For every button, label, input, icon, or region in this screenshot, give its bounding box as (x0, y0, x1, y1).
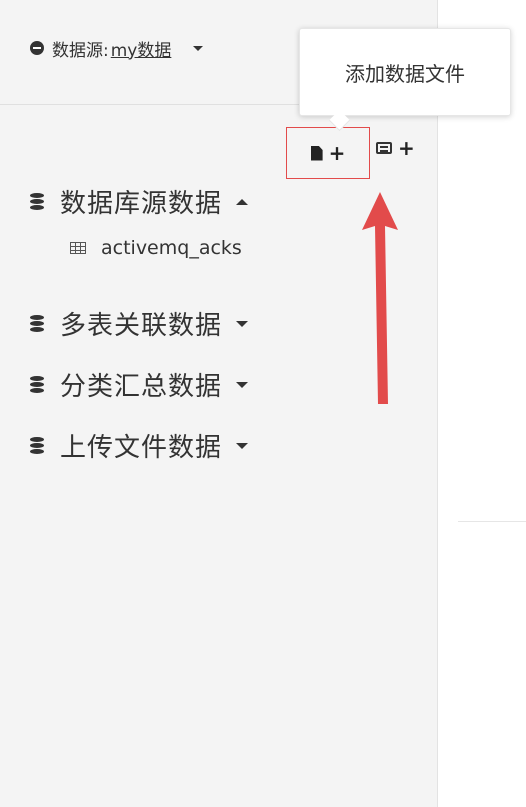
file-icon (310, 145, 323, 161)
chevron-down-icon[interactable] (236, 320, 249, 327)
section-label: 数据库源数据 (60, 189, 223, 219)
minus-circle-icon (30, 41, 44, 55)
plus-icon: + (398, 136, 415, 160)
table-item-activemq-acks[interactable]: activemq_acks (70, 237, 242, 259)
plus-icon: + (328, 141, 346, 165)
datasource-label: 数据源: (52, 40, 109, 61)
database-icon (30, 192, 44, 211)
add-file-button[interactable]: + (286, 127, 370, 179)
list-icon (376, 142, 392, 154)
chevron-down-icon[interactable] (193, 45, 204, 51)
chevron-down-icon[interactable] (236, 381, 249, 388)
section-category-summary[interactable]: 分类汇总数据 (30, 366, 249, 403)
section-label: 多表关联数据 (60, 311, 223, 341)
database-icon (30, 375, 44, 394)
red-annotation-arrow-icon (362, 192, 398, 404)
database-icon (30, 314, 44, 333)
add-file-tooltip: 添加数据文件 (299, 28, 511, 116)
section-uploaded-files[interactable]: 上传文件数据 (30, 427, 249, 464)
datasource-value[interactable]: my数据 (111, 36, 172, 61)
table-icon (70, 242, 86, 254)
section-multi-table[interactable]: 多表关联数据 (30, 305, 249, 342)
section-label: 分类汇总数据 (60, 372, 223, 402)
chevron-down-icon[interactable] (236, 442, 249, 449)
add-table-button[interactable]: + (376, 138, 415, 158)
database-icon (30, 436, 44, 455)
content-divider (458, 521, 526, 522)
table-item-label: activemq_acks (101, 237, 242, 259)
section-database-source[interactable]: 数据库源数据 (30, 183, 249, 220)
section-label: 上传文件数据 (60, 433, 223, 463)
datasource-selector[interactable]: 数据源: my数据 (30, 36, 204, 61)
chevron-up-icon[interactable] (236, 198, 249, 205)
